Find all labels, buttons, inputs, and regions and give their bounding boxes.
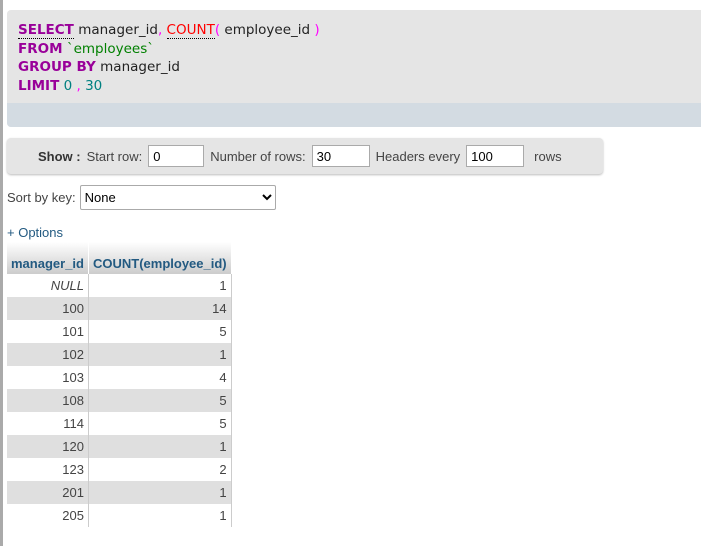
count-cell[interactable]: 1 xyxy=(88,274,232,297)
sql-arg: employee_id xyxy=(224,22,311,38)
sort-by-key-select[interactable]: None xyxy=(79,185,276,210)
sql-comma: , xyxy=(157,22,163,38)
rows-label: rows xyxy=(534,148,562,164)
sql-column: manager_id xyxy=(78,22,158,38)
sql-paren: ( xyxy=(214,22,221,38)
table-row: 120 1 xyxy=(7,435,232,458)
manager-id-cell[interactable]: 120 xyxy=(7,435,89,458)
sql-from-keyword: FROM xyxy=(18,40,63,57)
sql-select-keyword[interactable]: SELECT xyxy=(18,22,74,39)
left-border xyxy=(0,0,3,546)
count-cell[interactable]: 1 xyxy=(88,481,232,504)
sql-offset: 0 xyxy=(63,77,73,94)
count-cell[interactable]: 5 xyxy=(88,320,232,343)
table-row: 114 5 xyxy=(7,412,232,435)
table-row: 201 1 xyxy=(7,481,232,504)
manager-id-cell[interactable]: 114 xyxy=(7,412,89,435)
sql-query-box: SELECT manager_id, COUNT( employee_id ) … xyxy=(7,10,701,127)
headers-every-input[interactable] xyxy=(466,145,525,167)
sql-limit-keyword: LIMIT xyxy=(18,77,60,94)
options-link[interactable]: + Options xyxy=(7,225,63,240)
sort-by-key: Sort by key: None xyxy=(7,185,276,210)
start-row-label: Start row: xyxy=(86,148,143,164)
manager-id-cell[interactable]: 123 xyxy=(7,458,89,481)
sql-box-footer xyxy=(7,103,701,127)
manager-id-cell[interactable]: 108 xyxy=(7,389,89,412)
count-cell[interactable]: 4 xyxy=(88,366,232,389)
number-of-rows-label: Number of rows: xyxy=(210,148,306,164)
sql-count-function[interactable]: COUNT xyxy=(166,22,215,39)
headers-every-label: Headers every xyxy=(375,148,461,164)
count-cell[interactable]: 5 xyxy=(88,389,232,412)
manager-id-cell[interactable]: 201 xyxy=(7,481,89,504)
navigation-bar: Show : Start row: Number of rows: Header… xyxy=(7,138,603,174)
sql-paren: ) xyxy=(314,22,320,38)
count-cell[interactable]: 2 xyxy=(88,458,232,481)
number-of-rows-input[interactable] xyxy=(311,145,370,167)
manager-id-cell[interactable]: 100 xyxy=(7,297,89,320)
table-row: 103 4 xyxy=(7,366,232,389)
sql-table: `employees` xyxy=(66,40,154,57)
table-row: 108 5 xyxy=(7,389,232,412)
count-cell[interactable]: 1 xyxy=(88,343,232,366)
show-label: Show : xyxy=(38,148,81,164)
sql-query: SELECT manager_id, COUNT( employee_id ) … xyxy=(7,10,701,95)
table-row: 205 1 xyxy=(7,504,232,527)
manager-id-cell[interactable]: NULL xyxy=(7,274,89,297)
sql-comma: , xyxy=(76,77,81,94)
manager-id-cell[interactable]: 205 xyxy=(7,504,89,527)
column-header-count[interactable]: COUNT(employee_id) xyxy=(88,242,232,274)
count-cell[interactable]: 1 xyxy=(88,504,232,527)
table-row: 123 2 xyxy=(7,458,232,481)
manager-id-cell[interactable]: 102 xyxy=(7,343,89,366)
column-header-manager-id[interactable]: manager_id xyxy=(7,242,89,274)
results-table: manager_id COUNT(employee_id) NULL 1 100 14… xyxy=(7,242,232,527)
table-row: 100 14 xyxy=(7,297,232,320)
table-row: 101 5 xyxy=(7,320,232,343)
table-row: NULL 1 xyxy=(7,274,232,297)
sql-group-column: manager_id xyxy=(100,59,180,75)
table-row: 102 1 xyxy=(7,343,232,366)
count-cell[interactable]: 5 xyxy=(88,412,232,435)
count-cell[interactable]: 1 xyxy=(88,435,232,458)
sql-rows: 30 xyxy=(85,77,103,94)
sort-by-key-label: Sort by key: xyxy=(7,190,76,205)
manager-id-cell[interactable]: 101 xyxy=(7,320,89,343)
manager-id-cell[interactable]: 103 xyxy=(7,366,89,389)
start-row-input[interactable] xyxy=(148,145,205,167)
count-cell[interactable]: 14 xyxy=(88,297,232,320)
sql-groupby-keyword: GROUP BY xyxy=(18,59,96,75)
